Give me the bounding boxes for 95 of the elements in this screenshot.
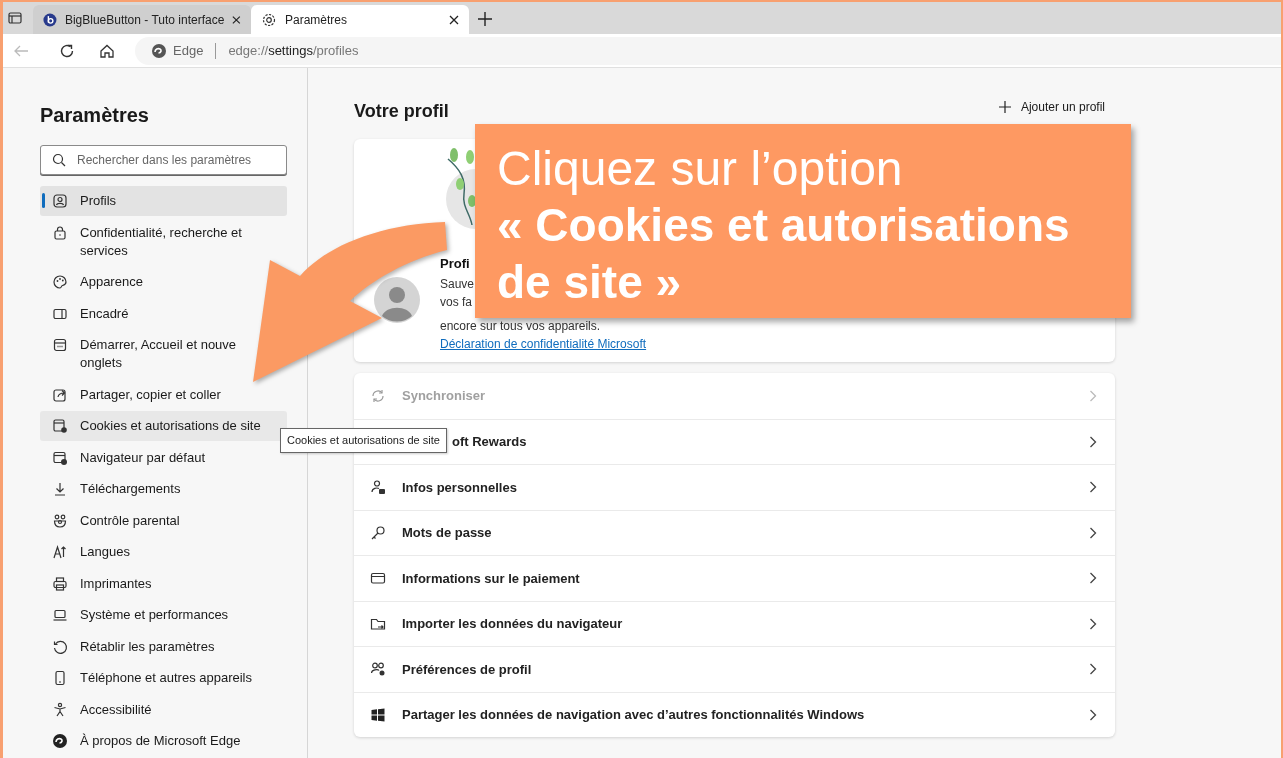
settings-row[interactable]: Importer les données du navigateur <box>354 600 1115 646</box>
person-card-icon <box>370 479 386 496</box>
settings-row[interactable]: Infos personnelles <box>354 464 1115 510</box>
sidebar-item[interactable]: Téléphone et autres appareils <box>40 663 252 693</box>
home-icon[interactable] <box>99 42 115 59</box>
lock-icon <box>52 224 68 241</box>
callout-text: « Cookies et autorisations de site » <box>497 198 1071 310</box>
item-label: Démarrer, Accueil et nouve <box>80 336 237 354</box>
sidebar-item[interactable]: Rétablir les paramètres <box>40 631 215 662</box>
language-icon <box>52 544 68 560</box>
sidebar-item[interactable]: Encadré <box>40 298 129 329</box>
share-icon <box>52 386 68 403</box>
row-label: Partager les données de navigation avec d’autres fonctionnalités Windows <box>402 706 865 724</box>
sidebar-item[interactable]: Navigateur par défaut <box>40 442 206 473</box>
settings-row[interactable]: Partager les données de navigation avec d’autres fonctionnalités Windows <box>354 691 1115 737</box>
row-label: Informations sur le paiement <box>402 569 580 588</box>
row-label: Préférences de profil <box>402 660 532 679</box>
profile-icon <box>52 193 68 209</box>
add-profile-button[interactable]: Ajouter un profil <box>998 100 1115 114</box>
profile-settings-icon <box>370 661 386 678</box>
accessibility-icon <box>52 701 68 718</box>
sidebar-item[interactable]: Démarrer, Accueil et nouve onglets <box>40 330 237 378</box>
row-label: Synchroniser <box>402 387 486 405</box>
sidebar-item[interactable]: Profils <box>40 186 287 216</box>
chevron-right-icon <box>1089 389 1097 402</box>
sync-icon <box>370 387 386 404</box>
plus-icon <box>998 101 1011 113</box>
reset-icon <box>52 638 68 655</box>
settings-row[interactable]: Informations sur le paiement <box>354 555 1115 601</box>
row-label: oft Rewards <box>452 433 527 451</box>
sidebar-item[interactable]: Téléchargements <box>40 474 181 504</box>
settings-title: Paramètres <box>40 103 150 128</box>
profile-description: vos fa <box>440 294 472 311</box>
chevron-right-icon <box>1089 708 1097 721</box>
tab-label: BigBlueButton - Tuto interface <box>64 11 225 29</box>
browser-tab[interactable]: BigBlueButton - Tuto interface <box>33 5 251 34</box>
close-icon[interactable] <box>449 14 459 25</box>
sidebar-item[interactable]: Partager, copier et coller <box>40 379 221 410</box>
profile-name: Profi <box>440 255 471 273</box>
profile-description: Sauve <box>440 276 475 293</box>
search-field[interactable]: Rechercher dans les paramètres <box>40 145 287 175</box>
phone-icon <box>52 670 68 686</box>
sidebar-item[interactable]: Contrôle parental <box>40 505 180 536</box>
tab-label: Paramètres <box>285 11 349 29</box>
new-tab-page-icon <box>52 337 68 353</box>
edge-logo-icon <box>151 42 167 59</box>
search-icon <box>52 153 66 167</box>
laptop-icon <box>52 607 68 623</box>
refresh-icon[interactable] <box>59 42 75 59</box>
url-text: edge://settings/profiles <box>228 41 359 60</box>
privacy-link[interactable]: Déclaration de confidentialité Microsoft <box>440 335 647 353</box>
chevron-right-icon <box>1089 526 1097 539</box>
edge-logo-icon <box>52 733 68 749</box>
sidebar-item[interactable]: Accessibilité <box>40 694 152 725</box>
sidebar-item[interactable]: Cookies et autorisations de site <box>40 411 287 441</box>
sidebar-item[interactable]: Imprimantes <box>40 568 152 599</box>
new-tab-icon[interactable] <box>477 11 493 27</box>
section-title: Votre profil <box>354 100 449 123</box>
profile-description: encore sur tous vos appareils. <box>440 318 601 335</box>
gear-icon <box>261 11 277 28</box>
sidebar-item[interactable]: Système et performances <box>40 600 229 630</box>
tab-actions-icon[interactable] <box>7 10 23 26</box>
family-icon <box>52 512 68 529</box>
chevron-right-icon <box>1089 617 1097 630</box>
chevron-right-icon <box>1089 663 1097 676</box>
printer-icon <box>52 575 68 592</box>
chevron-right-icon <box>1089 481 1097 494</box>
sidebar-item[interactable]: Confidentialité, recherche et services <box>40 217 287 266</box>
b-logo-icon <box>43 11 57 28</box>
row-label: Mots de passe <box>402 524 492 542</box>
settings-row[interactable]: Préférences de profil <box>354 646 1115 692</box>
row-label: Importer les données du navigateur <box>402 615 623 633</box>
key-icon <box>370 524 386 541</box>
settings-row[interactable]: Mots de passe <box>354 509 1115 555</box>
cookie-settings-icon <box>52 418 68 434</box>
site-label: Edge <box>173 41 204 60</box>
browser-check-icon <box>52 449 68 466</box>
browser-tab[interactable]: Paramètres <box>251 5 469 34</box>
selection-indicator <box>42 193 45 208</box>
sidebar-item[interactable]: À propos de Microsoft Edge <box>40 726 241 756</box>
windows-logo-icon <box>370 706 386 723</box>
item-label: onglets <box>80 354 123 372</box>
sidebar-item[interactable]: Langues <box>40 537 130 567</box>
address-bar[interactable]: Edge edge://settings/profiles <box>135 36 1281 65</box>
chevron-right-icon <box>1089 435 1097 448</box>
avatar-icon <box>374 277 420 323</box>
callout-text: Cliquez sur l’option <box>497 141 904 197</box>
card-icon <box>370 570 386 587</box>
row-label: Infos personnelles <box>402 478 517 497</box>
sidebar-item[interactable]: Apparence <box>40 267 143 297</box>
chevron-right-icon <box>1089 572 1097 585</box>
tooltip: Cookies et autorisations de site <box>280 428 447 453</box>
close-icon[interactable] <box>232 14 241 25</box>
palette-icon <box>52 274 68 290</box>
download-icon <box>52 481 68 497</box>
